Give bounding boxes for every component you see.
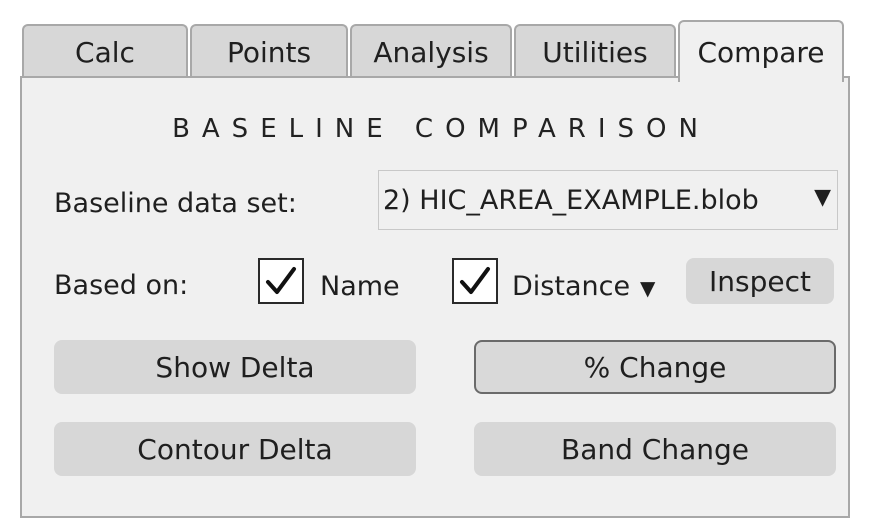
distance-dropdown-arrow-icon[interactable]: ▼ xyxy=(640,276,655,300)
based-on-label: Based on: xyxy=(54,270,189,301)
tab-calc[interactable]: Calc xyxy=(22,24,188,78)
compare-panel: BASELINE COMPARISON Baseline data set: 2… xyxy=(20,76,850,518)
name-checkbox[interactable] xyxy=(258,258,304,304)
tab-compare[interactable]: Compare xyxy=(678,20,844,82)
tab-utilities[interactable]: Utilities xyxy=(514,24,676,78)
tab-analysis[interactable]: Analysis xyxy=(350,24,512,78)
distance-checkbox[interactable] xyxy=(452,258,498,304)
app-window: Calc Points Analysis Utilities Compare B… xyxy=(0,0,874,529)
baseline-data-set-label: Baseline data set: xyxy=(54,188,297,219)
distance-checkbox-label[interactable]: Distance xyxy=(512,271,630,302)
contour-delta-button[interactable]: Contour Delta xyxy=(54,422,416,476)
show-delta-button[interactable]: Show Delta xyxy=(54,340,416,394)
tab-points[interactable]: Points xyxy=(190,24,348,78)
band-change-button[interactable]: Band Change xyxy=(474,422,836,476)
section-title: BASELINE COMPARISON xyxy=(172,114,710,144)
name-checkbox-label: Name xyxy=(320,271,400,302)
inspect-button[interactable]: Inspect xyxy=(686,258,834,304)
checkmark-icon xyxy=(460,267,490,294)
dropdown-arrow-icon: ▼ xyxy=(814,185,831,210)
checkmark-icon xyxy=(266,267,296,294)
tab-bar: Calc Points Analysis Utilities Compare xyxy=(22,20,852,82)
baseline-data-set-value: 2) HIC_AREA_EXAMPLE.blob xyxy=(383,184,759,216)
percent-change-button[interactable]: % Change xyxy=(474,340,836,394)
baseline-data-set-dropdown[interactable]: 2) HIC_AREA_EXAMPLE.blob ▼ xyxy=(378,170,838,230)
